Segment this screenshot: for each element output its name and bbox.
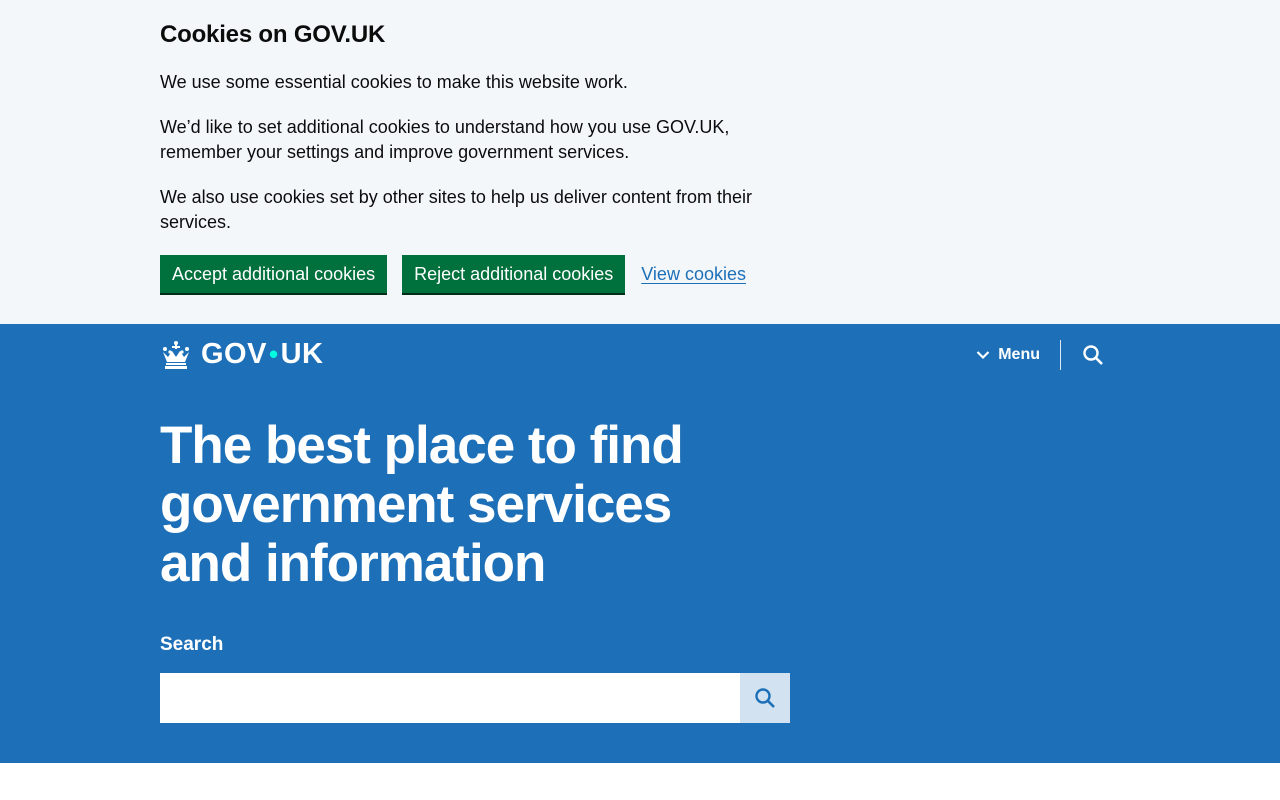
search-submit-button[interactable]	[740, 673, 790, 723]
govuk-wordmark: GOV • UK	[201, 338, 323, 371]
logo-text-gov: GOV	[201, 338, 267, 370]
cookie-actions: Accept additional cookies Reject additio…	[160, 255, 1280, 293]
menu-label: Menu	[998, 346, 1040, 363]
cookie-banner: Cookies on GOV.UK We use some essential …	[0, 0, 1280, 324]
search-icon[interactable]	[1082, 344, 1104, 366]
hero-title: The best place to find government servic…	[160, 416, 684, 593]
site-header: GOV • UK Menu The best place to find gov…	[0, 324, 1280, 763]
chevron-down-icon	[976, 351, 990, 360]
menu-button[interactable]: Menu	[976, 346, 1060, 364]
search-input[interactable]	[160, 673, 740, 723]
search-icon	[755, 688, 775, 708]
view-cookies-link[interactable]: View cookies	[641, 264, 746, 285]
header-navigation: Menu	[976, 340, 1104, 370]
cookie-additional-text: We’d like to set additional cookies to u…	[160, 117, 730, 162]
accept-cookies-button[interactable]: Accept additional cookies	[160, 255, 388, 293]
cookie-essential-text: We use some essential cookies to make th…	[160, 72, 628, 92]
search-label: Search	[160, 634, 224, 655]
cookie-banner-title: Cookies on GOV.UK	[160, 21, 386, 48]
govuk-logo-link[interactable]: GOV • UK	[160, 338, 323, 371]
reject-cookies-button[interactable]: Reject additional cookies	[402, 255, 626, 293]
logo-dot: •	[268, 339, 279, 369]
crown-icon	[163, 340, 189, 369]
nav-divider	[1060, 340, 1061, 370]
search-form	[160, 673, 790, 723]
cookie-third-party-text: We also use cookies set by other sites t…	[160, 187, 752, 232]
logo-text-uk: UK	[280, 338, 324, 370]
